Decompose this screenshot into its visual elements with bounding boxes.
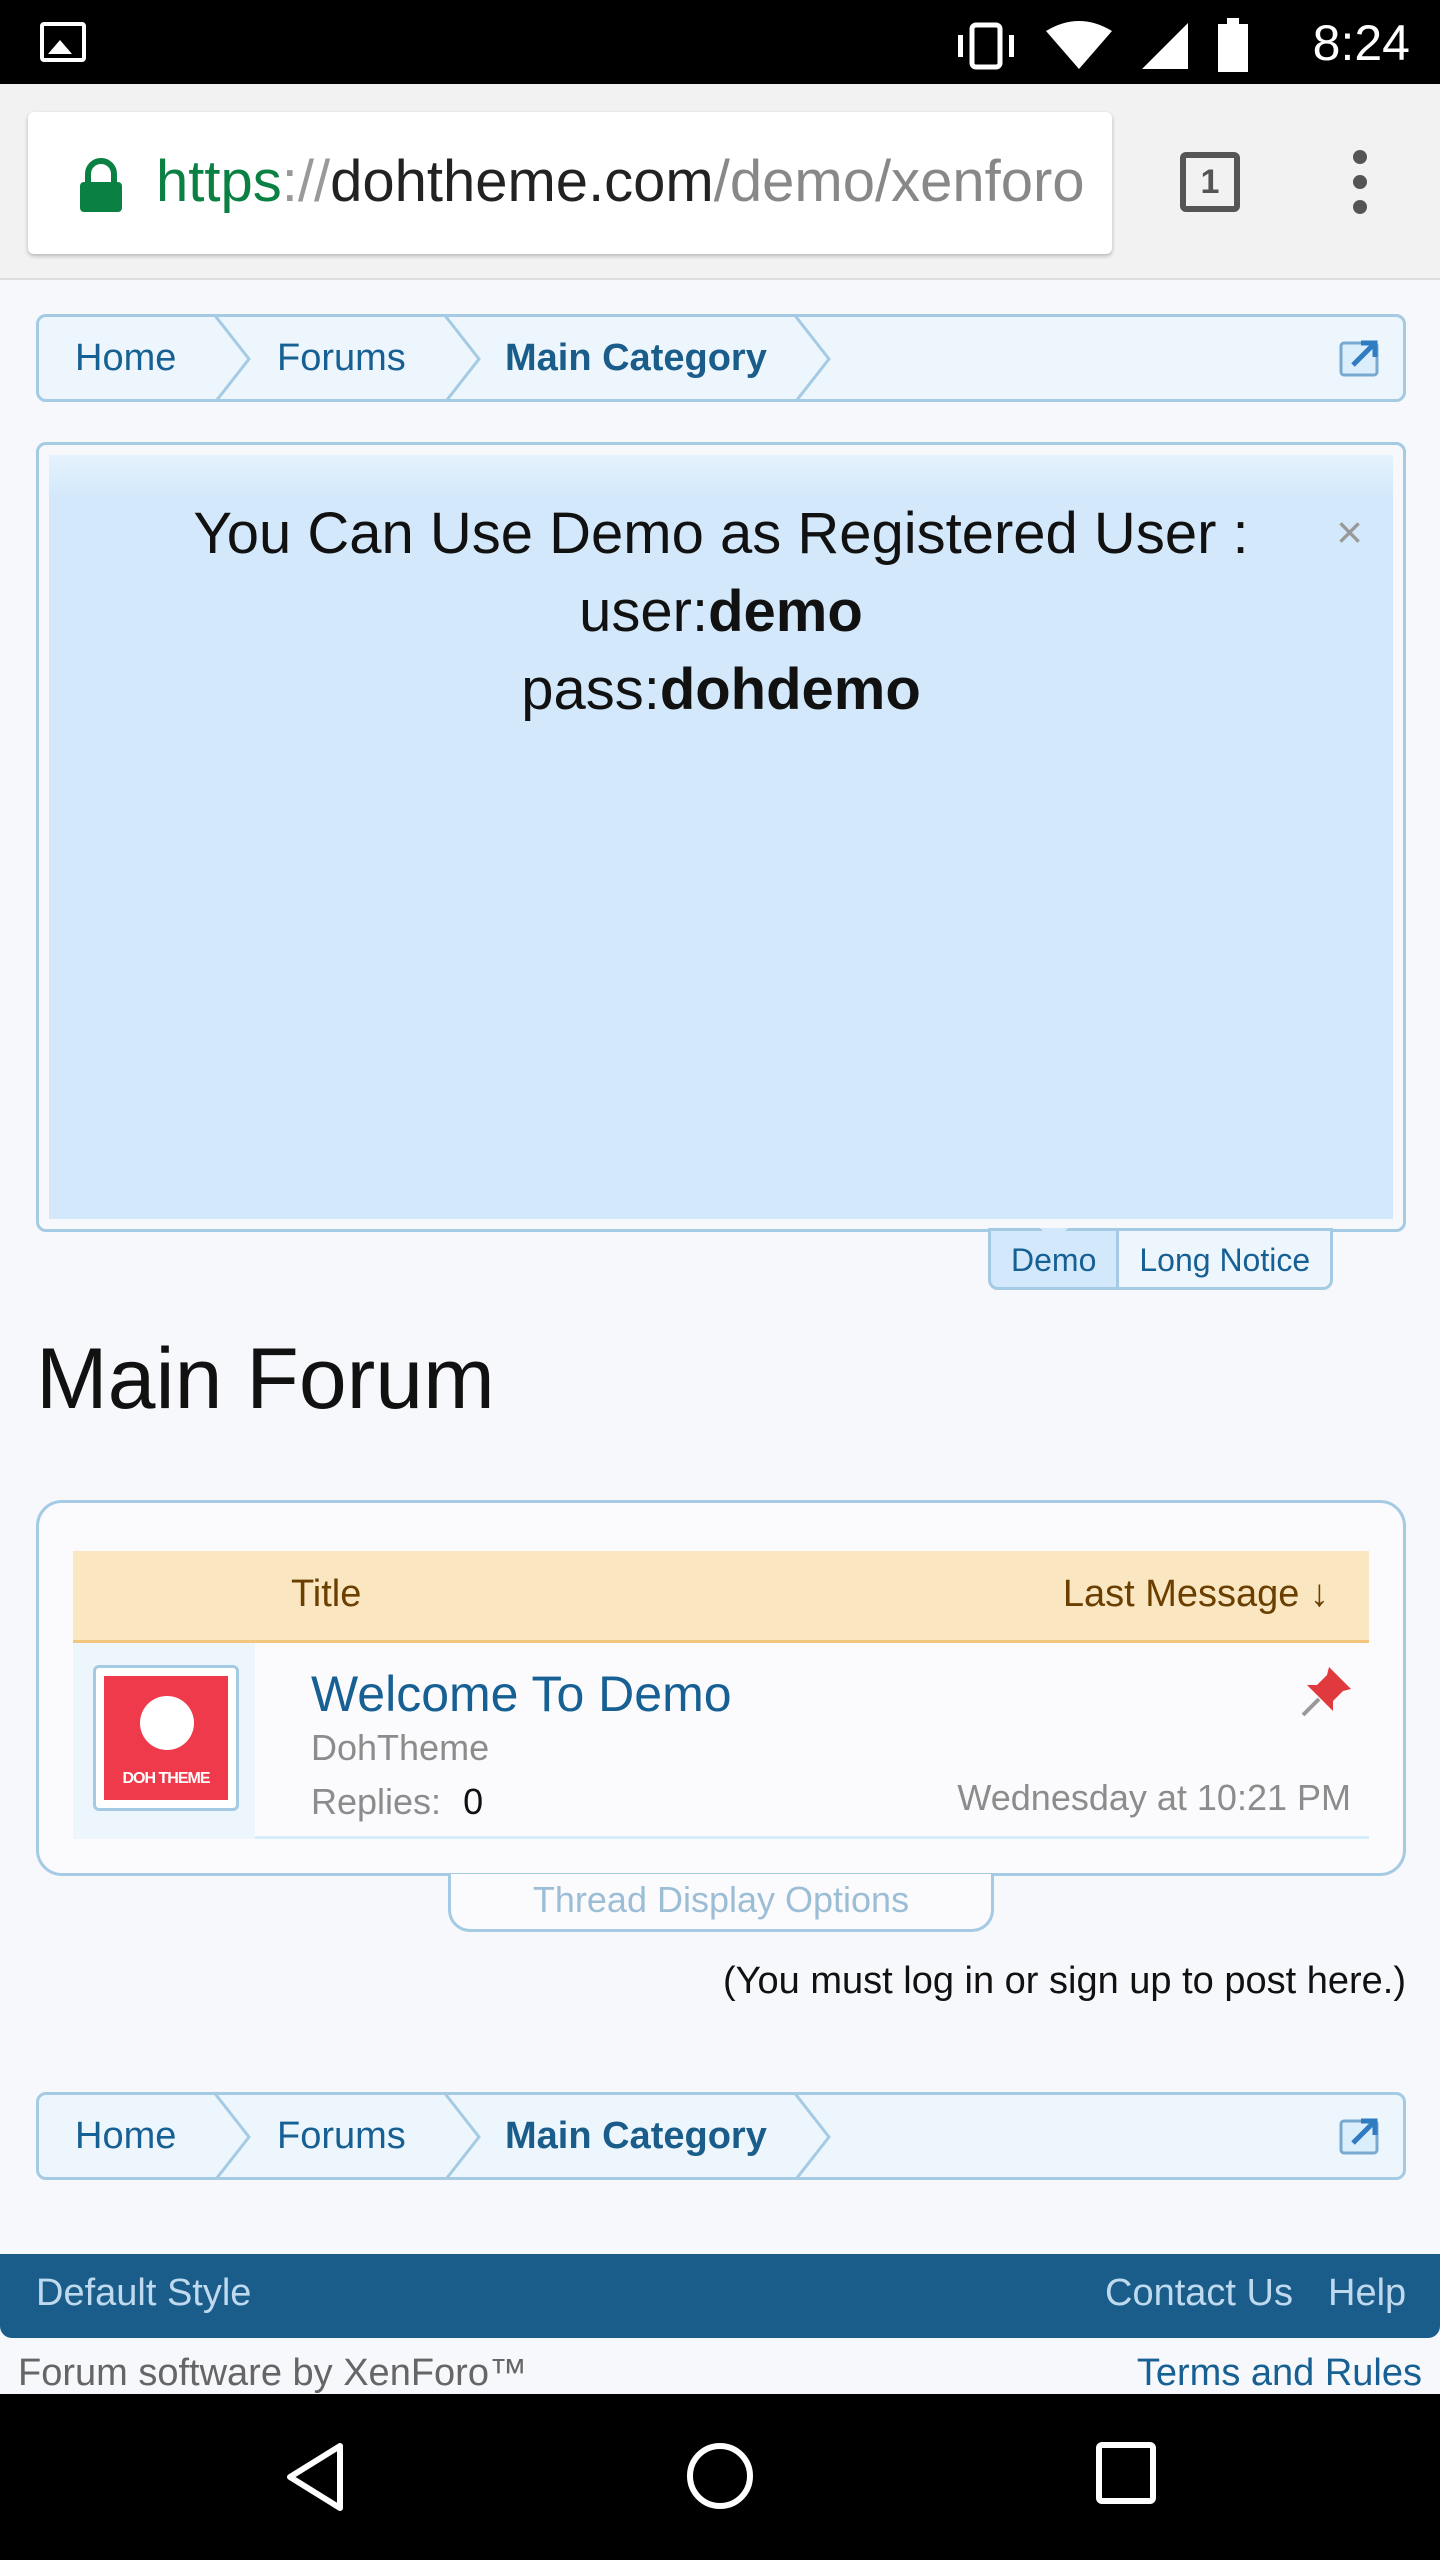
breadcrumb-home[interactable]: Home (75, 317, 176, 399)
thread-list: Title Last Message ↓ DOH THEME Welcome T… (36, 1500, 1406, 1876)
notice-text: You Can Use Demo as Registered User : us… (49, 495, 1393, 729)
battery-icon (1218, 18, 1248, 72)
breadcrumb-forums[interactable]: Forums (277, 2095, 406, 2177)
breadcrumb-separator-icon (214, 2095, 251, 2177)
signal-icon (1142, 23, 1188, 69)
breadcrumb-home[interactable]: Home (75, 2095, 176, 2177)
thread-list-header: Title Last Message ↓ (73, 1551, 1369, 1643)
navigation-bar (0, 2394, 1440, 2560)
notice-user-label: user: (579, 579, 709, 644)
replies-count: 0 (463, 1781, 484, 1822)
forum-software-link[interactable]: Forum software by XenForo™ (18, 2352, 527, 2394)
home-icon[interactable] (686, 2442, 754, 2510)
tab-switcher-button[interactable]: 1 (1180, 152, 1240, 212)
status-icons (954, 18, 1250, 74)
browser-toolbar: https://dohtheme.com/demo/xenforo 1 (0, 84, 1440, 280)
breadcrumb-separator-icon (794, 2095, 831, 2177)
thread-title-link[interactable]: Welcome To Demo (311, 1665, 732, 1723)
breadcrumb-forums[interactable]: Forums (277, 317, 406, 399)
notice-tab-demo[interactable]: Demo (988, 1228, 1120, 1290)
style-chooser-link[interactable]: Default Style (36, 2272, 251, 2315)
breadcrumb-bottom: Home Forums Main Category (36, 2092, 1406, 2180)
column-last-message[interactable]: Last Message ↓ (1063, 1573, 1329, 1616)
url-scheme: https (156, 149, 282, 214)
footer: Default Style Contact Us Help (0, 2254, 1440, 2338)
login-required-notice: (You must log in or sign up to post here… (723, 1960, 1406, 2002)
url-path: /demo/xenforo (713, 149, 1085, 214)
column-title[interactable]: Title (291, 1573, 361, 1616)
breadcrumb-separator-icon (794, 317, 831, 399)
close-icon[interactable]: × (1336, 505, 1363, 559)
status-bar: 8:24 (0, 0, 1440, 84)
breadcrumb-top: Home Forums Main Category (36, 314, 1406, 402)
notice-pass-value: dohdemo (659, 657, 921, 722)
pin-icon (1301, 1667, 1351, 1717)
notice-tab-long-notice[interactable]: Long Notice (1119, 1228, 1334, 1290)
url-host: dohtheme.com (330, 149, 714, 214)
clock: 8:24 (1312, 15, 1410, 71)
breadcrumb-main-category[interactable]: Main Category (505, 2095, 767, 2177)
notice-line-1: You Can Use Demo as Registered User : (193, 501, 1249, 566)
thread-avatar-cell: DOH THEME (73, 1643, 255, 1839)
image-icon (40, 22, 86, 62)
jump-to-page-icon[interactable] (1339, 337, 1385, 377)
url-bar[interactable]: https://dohtheme.com/demo/xenforo (28, 112, 1112, 254)
breadcrumb-separator-icon (444, 2095, 481, 2177)
notice-user-line: user:demo (49, 573, 1393, 651)
replies-label: Replies: (311, 1781, 442, 1822)
notice-tabs: Demo Long Notice (988, 1228, 1334, 1290)
thread-last-message-date[interactable]: Wednesday at 10:21 PM (957, 1777, 1351, 1819)
breadcrumb-separator-icon (444, 317, 481, 399)
url-text[interactable]: https://dohtheme.com/demo/xenforo (156, 148, 1085, 215)
dohtheme-logo-icon: DOH THEME (104, 1676, 228, 1800)
url-separator: :// (281, 149, 331, 214)
notice-user-value: demo (708, 579, 863, 644)
vibrate-icon (958, 22, 1014, 70)
overflow-menu-icon[interactable] (1350, 150, 1370, 225)
notice-pass-line: pass:dohdemo (49, 651, 1393, 729)
avatar-brand-text: DOH THEME (122, 1770, 211, 1787)
thread-replies: Replies: 0 (311, 1781, 483, 1823)
help-link[interactable]: Help (1328, 2272, 1406, 2315)
contact-us-link[interactable]: Contact Us (1105, 2272, 1293, 2315)
thread-row: DOH THEME Welcome To Demo DohTheme Repli… (73, 1643, 1369, 1839)
wifi-icon (1046, 21, 1112, 69)
avatar[interactable]: DOH THEME (93, 1665, 239, 1811)
thread-author-link[interactable]: DohTheme (311, 1727, 489, 1769)
page-title: Main Forum (36, 1331, 495, 1427)
thread-display-options-button[interactable]: Thread Display Options (448, 1874, 994, 1932)
notice-body: You Can Use Demo as Registered User : us… (49, 455, 1393, 1219)
notice-pass-label: pass: (521, 657, 660, 722)
terms-and-rules-link[interactable]: Terms and Rules (1137, 2352, 1422, 2394)
back-icon[interactable] (284, 2442, 346, 2512)
breadcrumb-main-category[interactable]: Main Category (505, 317, 767, 399)
recents-icon[interactable] (1096, 2442, 1156, 2504)
notice-panel: You Can Use Demo as Registered User : us… (36, 442, 1406, 1232)
footer-legal: Forum software by XenForo™ Terms and Rul… (0, 2338, 1440, 2394)
breadcrumb-separator-icon (214, 317, 251, 399)
lock-icon (80, 158, 122, 212)
jump-to-page-icon[interactable] (1339, 2115, 1385, 2155)
